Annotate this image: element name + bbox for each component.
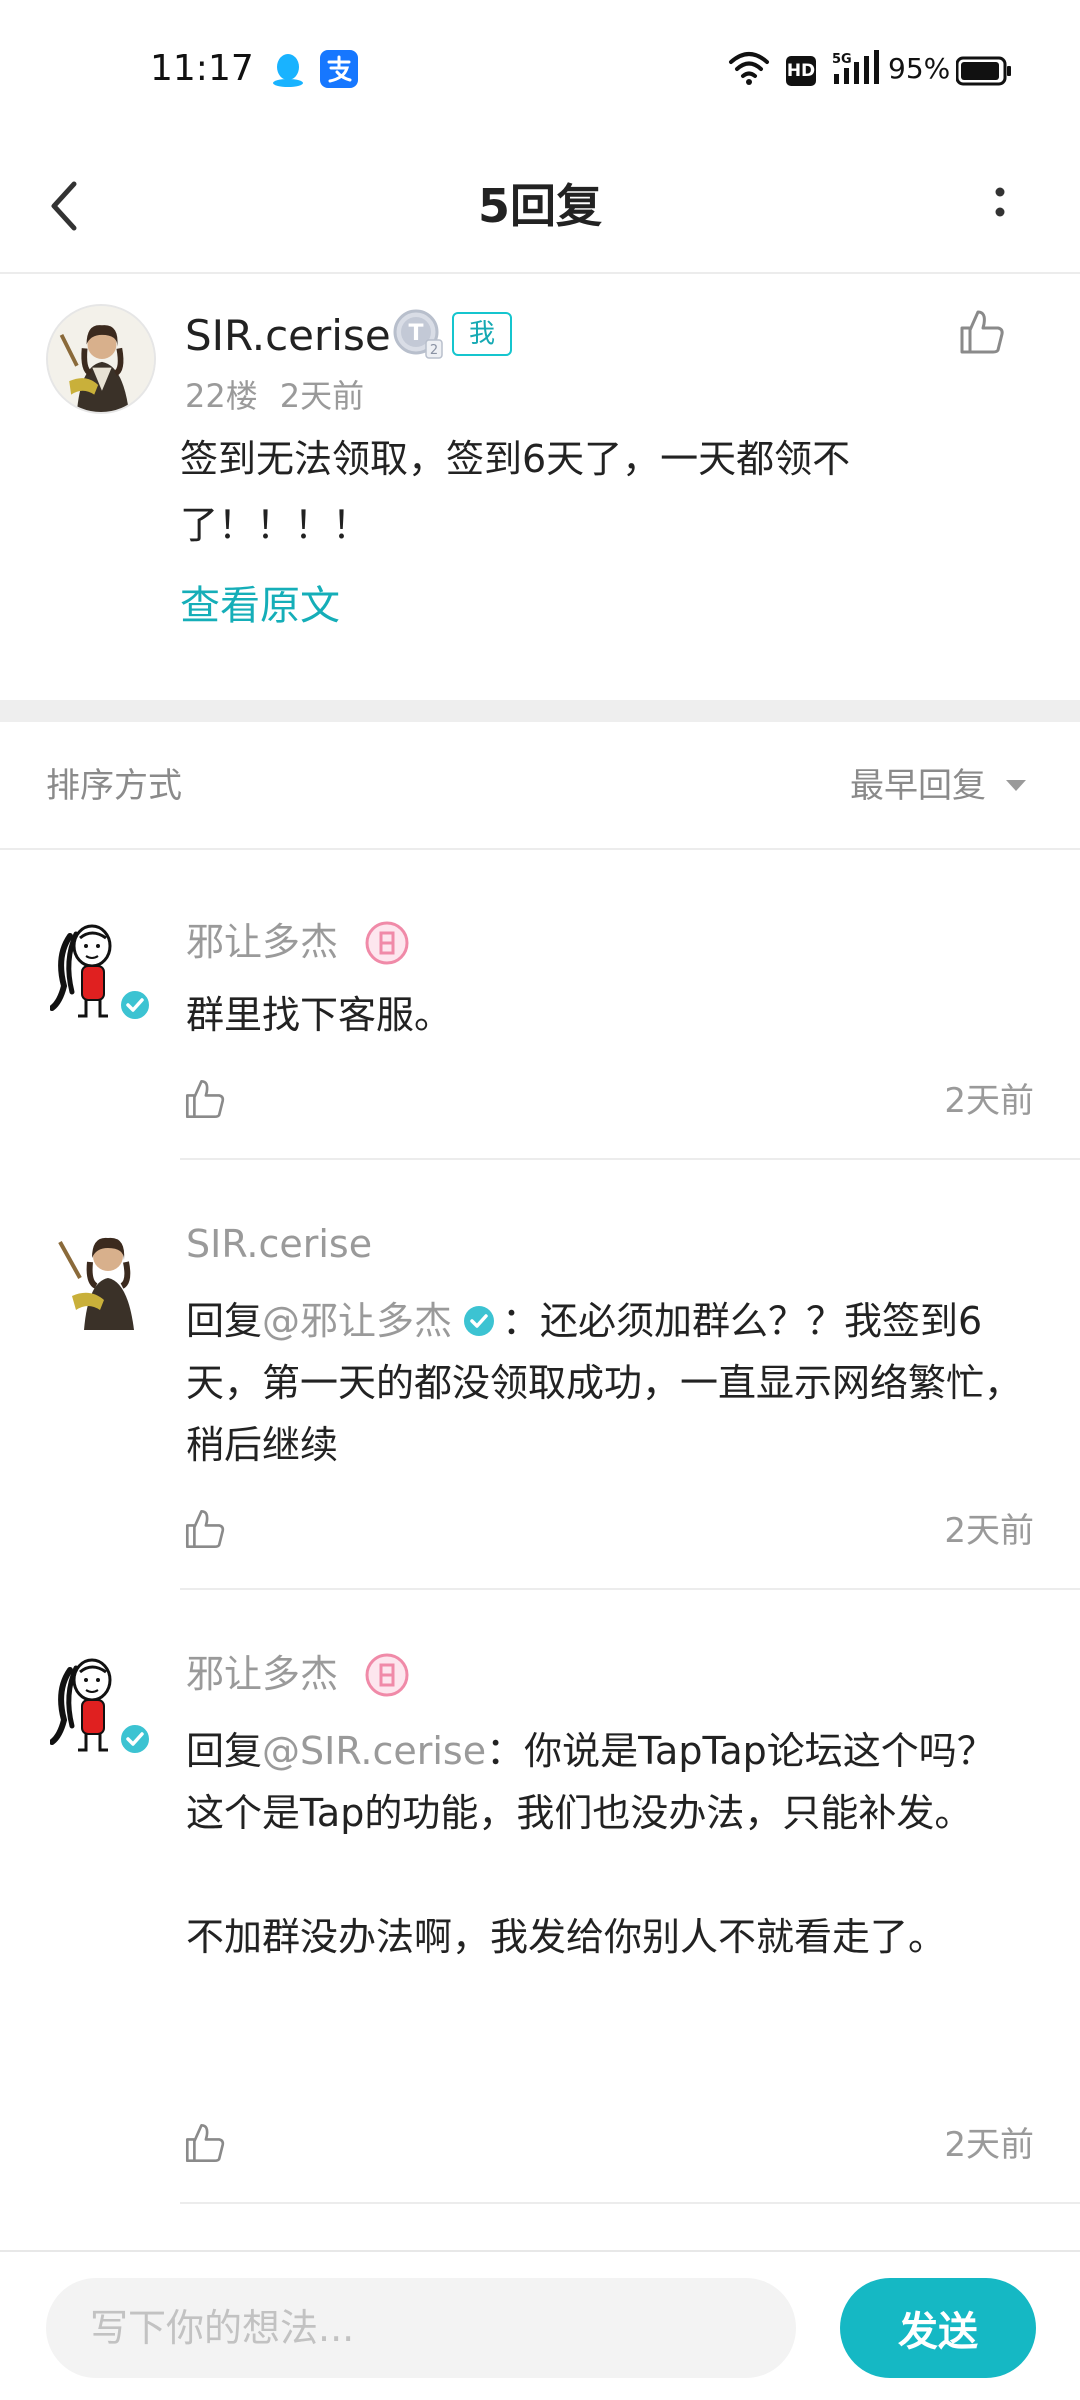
like-icon[interactable] — [182, 1076, 228, 1122]
status-time: 11:17 — [150, 48, 254, 89]
post-author-name[interactable]: SIR.cerise — [185, 306, 391, 366]
network-type-label: 5G — [832, 52, 852, 67]
reply-item: SIR.cerise 回复@邪让多杰 ：还必须加群么？？我签到6天，第一天的都没领… — [0, 1160, 1080, 1590]
reply-author-name[interactable]: SIR.cerise — [186, 1216, 372, 1272]
comment-input[interactable] — [46, 2278, 796, 2378]
like-icon[interactable] — [182, 2120, 228, 2166]
reply-author-name[interactable]: 邪让多杰 — [186, 1646, 338, 1702]
post-meta: 22楼 2天前 — [185, 372, 364, 420]
reply-body: 群里找下客服。 — [186, 993, 453, 1037]
signal-icon: 5G — [832, 50, 879, 84]
battery-icon — [956, 56, 1011, 86]
verified-icon — [119, 989, 151, 1021]
reply-item: 邪让多杰 回复@SIR.cerise：你说是TapTap论坛这个吗？ 这个是Ta… — [0, 1590, 1080, 2204]
level-number: 2 — [430, 343, 438, 358]
badge-icon — [365, 1653, 409, 1697]
like-icon[interactable] — [956, 306, 1008, 358]
battery-percent: 95% — [888, 52, 951, 85]
hd-icon: HD — [786, 56, 816, 86]
svg-text:T: T — [408, 321, 423, 346]
send-button[interactable]: 发送 — [840, 2278, 1036, 2378]
reply-body: 回复@邪让多杰 ：还必须加群么？？我签到6天，第一天的都没领取成功，一直显示网络繁… — [186, 1290, 1026, 1476]
view-original-link[interactable]: 查看原文 — [180, 576, 340, 636]
sort-label: 排序方式 — [46, 766, 182, 806]
more-icon[interactable] — [980, 170, 1020, 242]
original-post: SIR.cerise T 2 我 22楼 2天前 签到无法领取，签到6天了，一天都… — [0, 276, 1080, 700]
reply-author-avatar[interactable] — [50, 1220, 158, 1330]
reply-time: 2天前 — [944, 1081, 1034, 1121]
top-app-bar: 5回复 — [0, 140, 1080, 274]
verified-icon — [119, 1723, 151, 1755]
reply-time: 2天前 — [944, 1511, 1034, 1551]
level-badge-icon: T 2 — [393, 309, 443, 359]
mention-link[interactable]: @SIR.cerise — [262, 1729, 486, 1773]
reply-time: 2天前 — [944, 2125, 1034, 2165]
comment-composer: 发送 — [0, 2250, 1080, 2400]
status-bar: 11:17 HD 5G 95% — [0, 0, 1080, 140]
section-divider — [0, 700, 1080, 722]
post-author-avatar[interactable] — [46, 304, 156, 414]
sort-bar: 排序方式 最早回复 — [0, 722, 1080, 850]
reply-prefix: 回复 — [186, 1299, 263, 1343]
qq-icon — [273, 54, 303, 87]
sort-dropdown[interactable]: 最早回复 — [850, 758, 986, 814]
post-time: 2天前 — [279, 377, 365, 415]
page-title: 5回复 — [477, 179, 602, 233]
reply-prefix: 回复 — [186, 1729, 263, 1773]
post-body: 签到无法领取，签到6天了，一天都领不了！！！！ — [180, 437, 851, 547]
post-floor: 22楼 — [185, 377, 258, 415]
badge-icon — [365, 921, 409, 965]
like-icon[interactable] — [182, 1506, 228, 1552]
reply-author-name[interactable]: 邪让多杰 — [186, 914, 338, 970]
reply-divider — [180, 2202, 1080, 2204]
me-badge: 我 — [452, 312, 512, 356]
reply-item: 邪让多杰 群里找下客服。 2天前 — [0, 900, 1080, 1160]
alipay-icon — [320, 50, 358, 88]
wifi-icon — [729, 52, 769, 85]
verified-icon — [464, 1306, 495, 1336]
mention-link[interactable]: @邪让多杰 — [262, 1299, 452, 1343]
caret-down-icon[interactable] — [1002, 776, 1030, 796]
reply-body: 回复@SIR.cerise：你说是TapTap论坛这个吗？ 这个是Tap的功能，… — [186, 1720, 1026, 1968]
